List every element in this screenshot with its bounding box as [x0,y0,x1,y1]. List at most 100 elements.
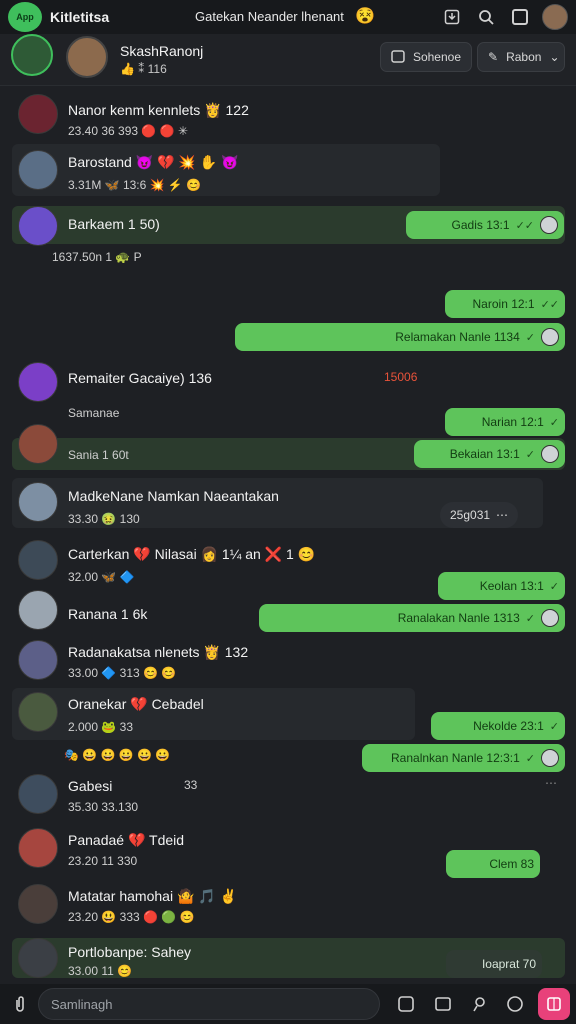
message-subtitle: 23.20 11 330 [68,854,138,868]
unread-badge: 15006 [384,370,418,384]
sent-bubble[interactable]: Bekaian 13:1 ✓ [414,440,565,468]
read-check-icon: ✓ [549,580,559,593]
sent-bubble[interactable]: Gadis 13:1 ✓✓ [406,211,564,239]
avatar[interactable] [18,206,58,246]
more-icon[interactable]: ⋯ [545,776,557,790]
sent-bubble[interactable]: Ranalnkan Nanle 12:3:1 ✓ [362,744,565,772]
avatar [541,445,559,463]
sent-bubble[interactable]: Narian 12:1 ✓ [445,408,565,436]
sent-text: Clem 83 [489,857,534,871]
message-subtitle: 33.00 🔷 313 😊 😊 [68,666,177,680]
window-title: Gatekan Neander lhenant [195,9,344,24]
sent-text: Ranalakan Nanle 1313 [397,611,520,625]
send-icon [547,997,561,1011]
download-icon[interactable] [440,5,464,29]
read-check-icon: ✓ [525,612,535,625]
group-avatar[interactable] [11,34,53,76]
message-subtitle: Sania 1 60t [68,448,129,462]
sent-text: Bekaian 13:1 [449,447,520,461]
sent-text: Ioaprat 70 [481,957,536,971]
avatar[interactable] [18,362,58,402]
message-subtitle: 35.30 33.130 [68,800,139,814]
gif-icon[interactable] [431,992,455,1016]
sent-text: Relamakan Nanle 1134 [395,330,520,344]
top-icons [440,4,568,30]
message-list[interactable]: Nanor kenm kennlets 👸 122 23.40 36 393 🔴… [0,86,576,984]
pin-icon: ✎ [488,50,499,64]
attach-icon[interactable] [8,992,32,1016]
avatar[interactable] [18,540,58,580]
message-title: Ranana 1 6k [68,606,148,622]
contact-avatar[interactable] [66,36,108,78]
message-subtitle: 1637.50n 1 🐢 P [52,250,142,264]
sent-bubble[interactable]: Ranalakan Nanle 1313 ✓ [259,604,565,632]
read-check-icon: ✓ [525,331,535,344]
read-check-icon: ✓ [525,752,535,765]
emoji-icon[interactable] [503,992,527,1016]
message-title: Portlobanpe: Sahey [68,944,191,960]
avatar[interactable] [18,482,58,522]
avatar[interactable] [18,424,58,464]
avatar[interactable] [18,150,58,190]
sent-text: Gadis 13:1 [451,218,510,232]
sent-text: Naroin 12:1 [472,297,535,311]
avatar[interactable] [18,774,58,814]
composer [0,984,576,1024]
location-icon[interactable] [468,992,492,1016]
header-action-button[interactable]: Sohenoe [380,42,472,72]
avatar[interactable] [18,640,58,680]
message-title: Matatar hamohai 🤷 🎵 ✌ [68,888,238,904]
message-title: Oranekar 💔 Cebadel [68,696,204,712]
sent-bubble[interactable]: Clem 83 [446,850,540,878]
sent-bubble[interactable]: Naroin 12:1 ✓✓ [445,290,565,318]
panel-icon[interactable] [508,5,532,29]
top-bar: App Kitletitsa Gatekan Neander lhenant 😵 [0,0,576,34]
message-subtitle: 3.31M 🦋 13:6 💥 ⚡ 😊 [68,178,202,192]
read-check-icon: ✓✓ [540,298,559,311]
avatar[interactable] [18,94,58,134]
message-title: Gabesi [68,778,113,794]
app-logo[interactable]: App [8,2,42,32]
message-subtitle: 🎭 😀 😀 😀 😀 😀 [64,748,171,762]
reaction-pill[interactable]: 25g031 ⋯ [440,502,519,528]
avatar[interactable] [18,884,58,924]
contact-meta: 👍 ⁑ 116 [120,62,167,76]
message-title: Carterkan 💔 Nilasai 👩 1¼ an ❌ 1 😊 [68,546,316,562]
app-logo-text: App [16,12,34,22]
avatar[interactable] [18,692,58,732]
avatar[interactable] [18,938,58,978]
search-icon[interactable] [474,5,498,29]
avatar[interactable] [18,828,58,868]
sent-text: Nekolde 23:1 [473,719,544,733]
message-subtitle: 23.20 😃 333 🔴 🟢 😊 [68,910,195,924]
avatar [541,609,559,627]
read-check-icon: ✓ [549,720,559,733]
title-emoji: 😵 [355,8,375,25]
header-menu-button[interactable]: ✎ Rabon ⌄ [477,42,565,72]
chat-icon [391,50,405,63]
message-title: Barostand 😈 💔 💥 ✋ 😈 [68,154,239,170]
read-check-icon: ✓ [525,448,535,461]
sent-text: Ranalnkan Nanle 12:3:1 [391,751,520,765]
sticker-icon[interactable] [394,992,418,1016]
message-subtitle: 33.30 🤢 130 [68,512,140,526]
sent-bubble[interactable]: Nekolde 23:1 ✓ [431,712,565,740]
sent-text: Narian 12:1 [481,415,544,429]
more-icon: ⋯ [496,508,509,522]
avatar[interactable] [18,590,58,630]
received-bubble[interactable]: Ioaprat 70 [446,950,542,978]
message-title: Remaiter Gacaiye) 136 [68,370,212,386]
message-title: Barkaem 1 50) [68,216,160,232]
send-button[interactable] [538,988,570,1020]
message-subtitle: 2.000 🐸 33 [68,720,133,734]
sent-bubble[interactable]: Keolan 13:1 ✓ [438,572,565,600]
app-name: Kitletitsa [50,9,110,25]
sent-bubble[interactable]: Relamakan Nanle 1134 ✓ [235,323,565,351]
avatar [541,328,559,346]
read-check-icon: ✓✓ [515,219,534,232]
message-subtitle: 23.40 36 393 🔴 🔴 ✳ [68,124,189,138]
reaction-text: 25g031 [450,508,491,522]
avatar[interactable] [542,4,568,30]
message-input[interactable] [38,988,380,1020]
read-check-icon: ✓ [549,416,559,429]
